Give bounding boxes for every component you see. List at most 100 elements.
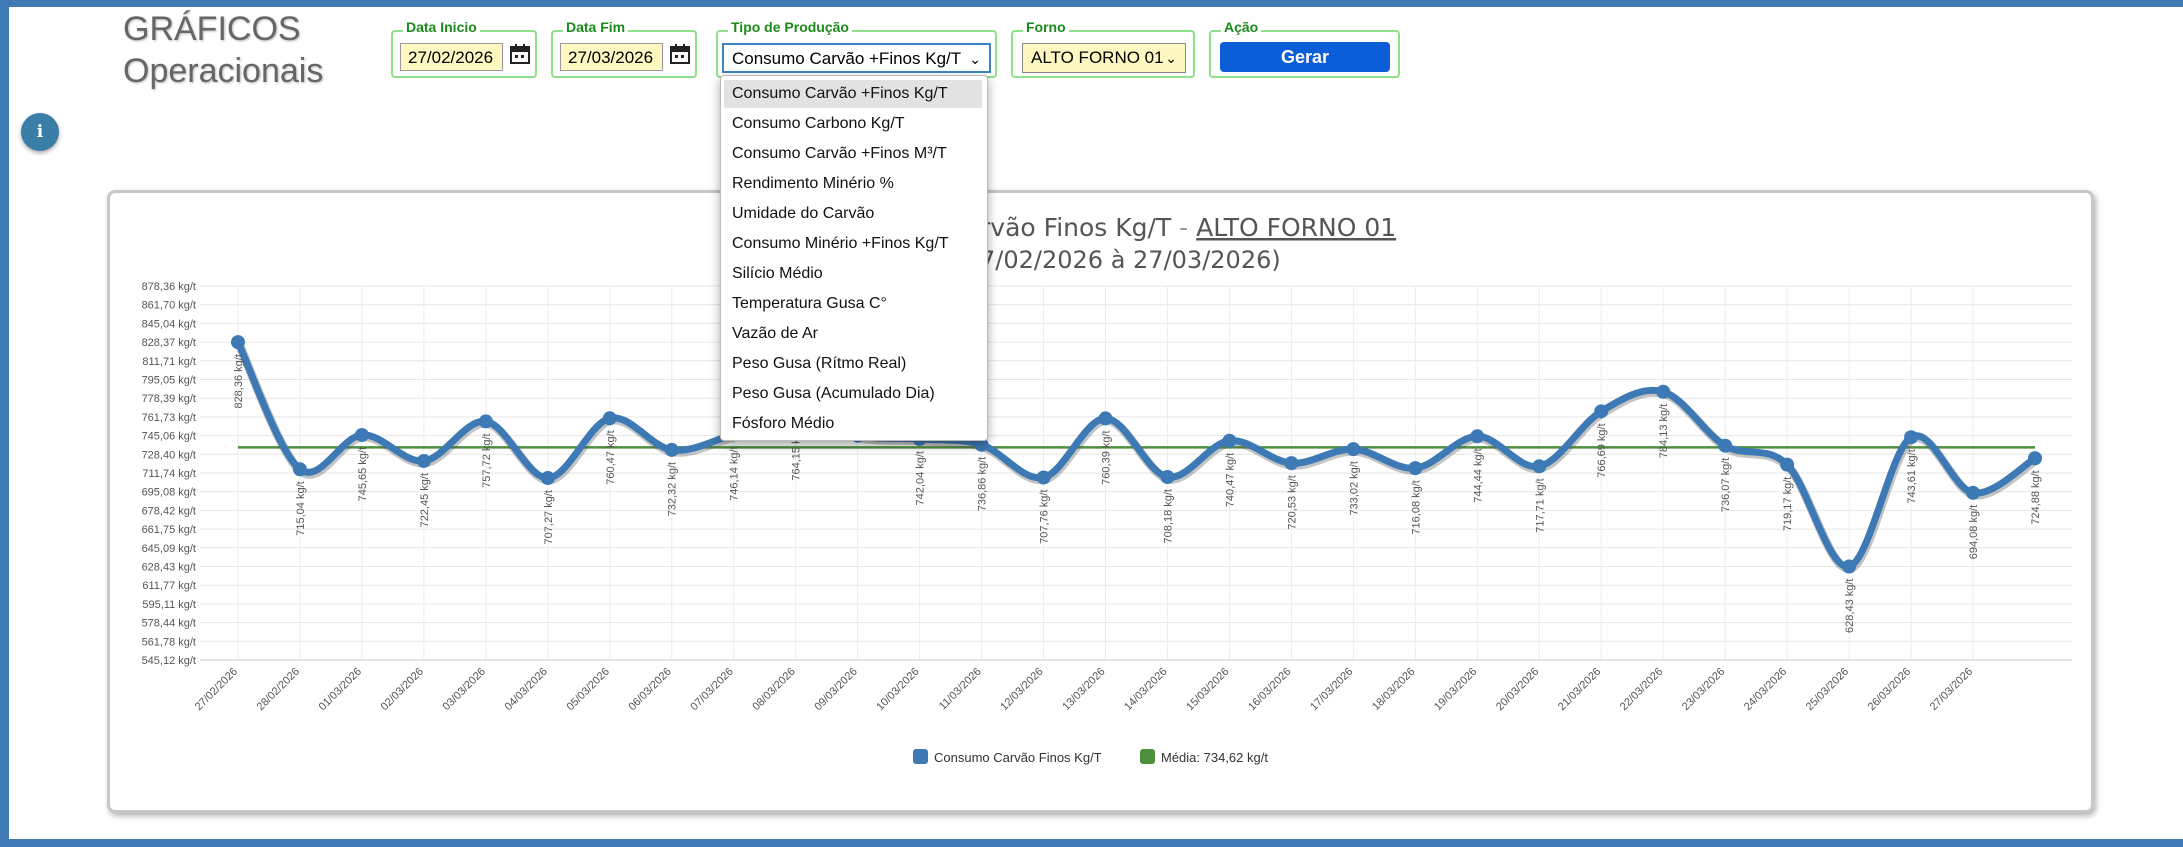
gerar-button[interactable]: Gerar — [1220, 42, 1390, 72]
data-label: 733,02 kg/t — [1348, 461, 1360, 515]
x-tick-label: 20/03/2026 — [1494, 666, 1541, 713]
data-point — [540, 471, 555, 486]
x-tick-label: 21/03/2026 — [1556, 666, 1603, 713]
data-point — [1656, 384, 1671, 399]
data-label: 757,72 kg/t — [481, 433, 493, 487]
data-label: 742,04 kg/t — [915, 451, 927, 505]
y-tick-label: 611,77 kg/t — [142, 580, 196, 592]
y-tick-label: 811,71 kg/t — [142, 356, 196, 368]
x-tick-label: 23/03/2026 — [1680, 666, 1727, 713]
x-tick-label: 11/03/2026 — [937, 666, 984, 713]
data-point — [478, 414, 493, 429]
chart-card: rvão Finos Kg/T - ALTO FORNO 01 7/02/2026… — [107, 190, 2094, 813]
data-label: 743,61 kg/t — [1906, 449, 1918, 503]
y-tick-label: 595,11 kg/t — [142, 599, 196, 611]
filter-tipo-legend: Tipo de Produção — [728, 19, 852, 35]
dropdown-option[interactable]: Peso Gusa (Acumulado Dia) — [724, 380, 982, 408]
data-point — [602, 411, 617, 426]
data-point — [292, 462, 307, 477]
filter-acao: Ação Gerar — [1209, 19, 1400, 78]
page-title: GRÁFICOS Operacionais — [123, 8, 323, 92]
filter-forno: Forno ALTO FORNO 01 ⌄ — [1011, 19, 1195, 78]
x-tick-label: 07/03/2026 — [688, 666, 735, 713]
filter-acao-legend: Ação — [1221, 19, 1262, 35]
data-label: 694,08 kg/t — [1968, 505, 1980, 559]
window-frame-left — [0, 0, 9, 847]
calendar-icon[interactable] — [510, 43, 530, 65]
forno-select[interactable]: ALTO FORNO 01 ⌄ — [1022, 43, 1186, 73]
data-label: 736,07 kg/t — [1720, 458, 1732, 512]
data-point — [1160, 469, 1175, 484]
y-tick-label: 845,04 kg/t — [142, 318, 196, 330]
x-tick-label: 05/03/2026 — [564, 666, 611, 713]
data-label: 720,53 kg/t — [1286, 475, 1298, 529]
window-frame-bottom — [0, 839, 2183, 847]
tipo-producao-select[interactable]: Consumo Carvão +Finos Kg/T ⌄ — [722, 43, 991, 73]
data-fim-input[interactable]: 27/03/2026 — [560, 43, 663, 71]
data-label: 724,88 kg/t — [2030, 470, 2042, 524]
dropdown-option[interactable]: Fósforo Médio — [724, 410, 982, 438]
chevron-down-icon: ⌄ — [969, 51, 981, 67]
x-tick-label: 04/03/2026 — [503, 666, 550, 713]
calendar-icon[interactable] — [670, 43, 690, 65]
dropdown-option[interactable]: Consumo Carbono Kg/T — [724, 110, 982, 138]
data-label: 746,14 kg/t — [729, 446, 741, 500]
data-inicio-input[interactable]: 27/02/2026 — [400, 43, 503, 71]
y-tick-label: 561,78 kg/t — [142, 636, 196, 648]
data-label: 707,27 kg/t — [543, 490, 555, 544]
x-tick-label: 08/03/2026 — [750, 666, 797, 713]
data-label: 717,71 kg/t — [1534, 478, 1546, 532]
y-tick-label: 878,36 kg/t — [142, 281, 196, 293]
x-tick-label: 14/03/2026 — [1122, 666, 1169, 713]
filter-forno-legend: Forno — [1023, 19, 1069, 35]
y-tick-label: 578,44 kg/t — [142, 618, 196, 630]
x-tick-label: 27/03/2026 — [1928, 666, 1975, 713]
data-point — [416, 453, 431, 468]
y-tick-label: 745,06 kg/t — [142, 431, 196, 443]
dropdown-option[interactable]: Consumo Carvão +Finos M³/T — [724, 140, 982, 168]
dropdown-option[interactable]: Consumo Carvão +Finos Kg/T — [724, 80, 982, 108]
dropdown-option[interactable]: Temperatura Gusa C° — [724, 290, 982, 318]
y-tick-label: 695,08 kg/t — [142, 487, 196, 499]
window-frame-top — [0, 0, 2183, 7]
y-tick-label: 861,70 kg/t — [142, 300, 196, 312]
x-tick-label: 22/03/2026 — [1618, 666, 1665, 713]
legend-label: Consumo Carvão Finos Kg/T — [934, 750, 1102, 765]
filter-data-fim: Data Fim 27/03/2026 — [551, 19, 697, 78]
y-tick-label: 828,37 kg/t — [142, 337, 196, 349]
data-label: 708,18 kg/t — [1162, 489, 1174, 543]
filter-data-fim-legend: Data Fim — [563, 19, 629, 35]
y-tick-label: 795,05 kg/t — [142, 375, 196, 387]
data-label: 740,47 kg/t — [1224, 453, 1236, 507]
line-chart: rvão Finos Kg/T - ALTO FORNO 01 7/02/2026… — [142, 213, 2072, 765]
chart-subtitle: 7/02/2026 à 27/03/2026) — [980, 246, 1281, 274]
info-button[interactable]: i — [21, 113, 59, 151]
data-point — [1036, 470, 1051, 485]
data-label: 628,43 kg/t — [1844, 579, 1856, 633]
data-label: 760,47 kg/t — [605, 430, 617, 484]
filter-data-inicio-legend: Data Inicio — [403, 19, 480, 35]
y-tick-label: 711,74 kg/t — [142, 468, 196, 480]
data-point — [1842, 559, 1857, 574]
dropdown-option[interactable]: Umidade do Carvão — [724, 200, 982, 228]
data-point — [1594, 404, 1609, 419]
data-point — [354, 427, 369, 442]
dropdown-option[interactable]: Peso Gusa (Rítmo Real) — [724, 350, 982, 378]
data-point — [1470, 429, 1485, 444]
tipo-producao-value: Consumo Carvão +Finos Kg/T — [732, 49, 962, 68]
x-tick-label: 25/03/2026 — [1804, 666, 1851, 713]
dropdown-option[interactable]: Vazão de Ar — [724, 320, 982, 348]
x-tick-label: 26/03/2026 — [1866, 666, 1913, 713]
dropdown-option[interactable]: Rendimento Minério % — [724, 170, 982, 198]
dropdown-option[interactable]: Silício Médio — [724, 260, 982, 288]
y-tick-label: 545,12 kg/t — [142, 655, 196, 667]
x-tick-label: 27/02/2026 — [193, 666, 240, 713]
forno-value: ALTO FORNO 01 — [1031, 48, 1164, 67]
dropdown-option[interactable]: Consumo Minério +Finos Kg/T — [724, 230, 982, 258]
data-point — [231, 335, 245, 350]
x-tick-label: 06/03/2026 — [626, 666, 673, 713]
page-title-line1: GRÁFICOS — [123, 10, 301, 48]
page-title-line2: Operacionais — [123, 52, 324, 90]
data-point — [2028, 451, 2042, 466]
x-tick-label: 17/03/2026 — [1308, 666, 1355, 713]
